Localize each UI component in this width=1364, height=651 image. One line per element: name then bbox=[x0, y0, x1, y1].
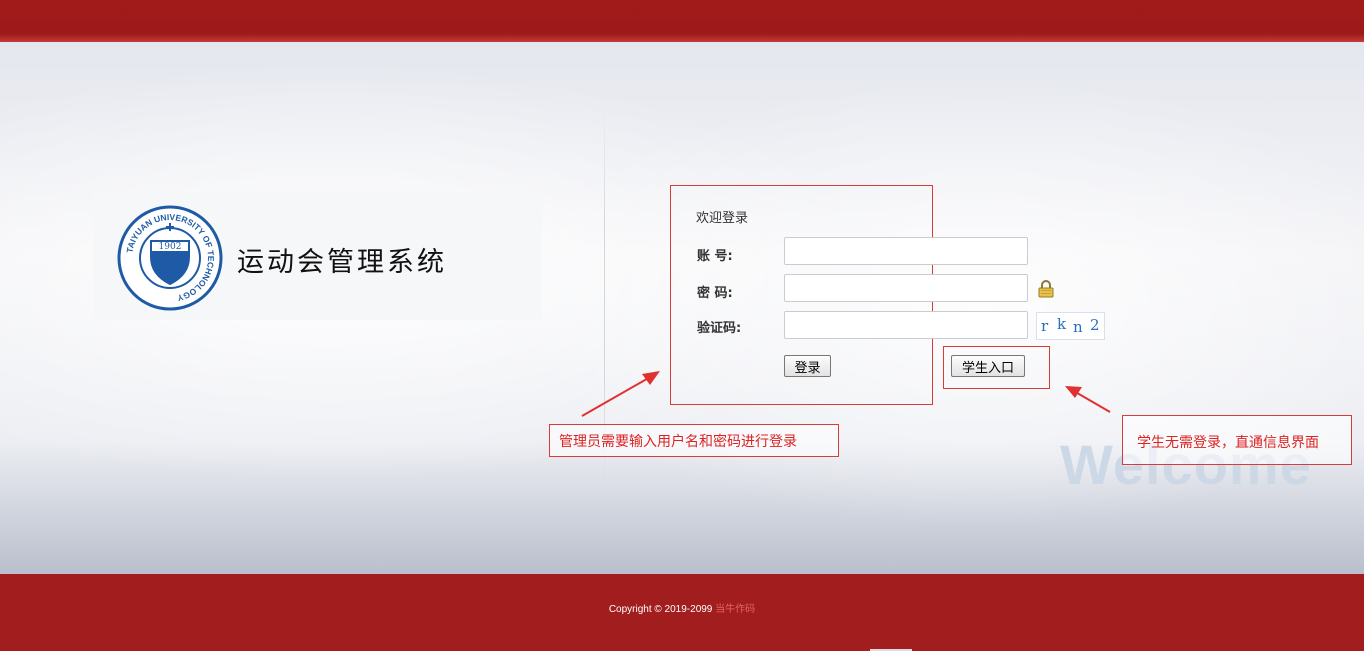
admin-login-note: 管理员需要输入用户名和密码进行登录 bbox=[549, 424, 839, 457]
captcha-char: r bbox=[1041, 317, 1049, 335]
arrow-icon bbox=[581, 371, 660, 417]
copyright: Copyright © 2019-2099 当牛作码 bbox=[0, 600, 1364, 615]
logo-panel: TAIYUAN UNIVERSITY OF TECHNOLOGY 1902 运动… bbox=[93, 192, 542, 320]
system-title: 运动会管理系统 bbox=[237, 247, 447, 278]
captcha-label: 验证码: bbox=[697, 321, 742, 336]
captcha-char: n bbox=[1073, 318, 1083, 336]
student-entry-button[interactable]: 学生入口 bbox=[951, 355, 1025, 377]
university-emblem: TAIYUAN UNIVERSITY OF TECHNOLOGY 1902 bbox=[117, 205, 223, 311]
top-banner bbox=[0, 0, 1364, 42]
brand-link[interactable]: 当牛作码 bbox=[715, 604, 755, 615]
copyright-text: Copyright © 2019-2099 bbox=[608, 604, 713, 615]
footer: Copyright © 2019-2099 当牛作码 bbox=[0, 574, 1364, 651]
captcha-char: 2 bbox=[1090, 316, 1100, 334]
captcha-char: k bbox=[1057, 315, 1067, 333]
account-label: 账 号: bbox=[697, 249, 733, 264]
login-welcome-text: 欢迎登录 bbox=[696, 211, 749, 226]
emblem-year: 1902 bbox=[159, 242, 182, 252]
arrow-icon bbox=[1065, 386, 1111, 413]
captcha-input[interactable] bbox=[784, 311, 1028, 339]
student-entry-note: 学生无需登录，直通信息界面 bbox=[1122, 415, 1352, 465]
login-button[interactable]: 登录 bbox=[784, 355, 831, 377]
account-input[interactable] bbox=[784, 237, 1028, 265]
lock-icon bbox=[1038, 280, 1054, 298]
password-label: 密 码: bbox=[697, 286, 733, 301]
password-input[interactable] bbox=[784, 274, 1028, 302]
captcha-image[interactable]: r k n 2 bbox=[1036, 312, 1105, 340]
